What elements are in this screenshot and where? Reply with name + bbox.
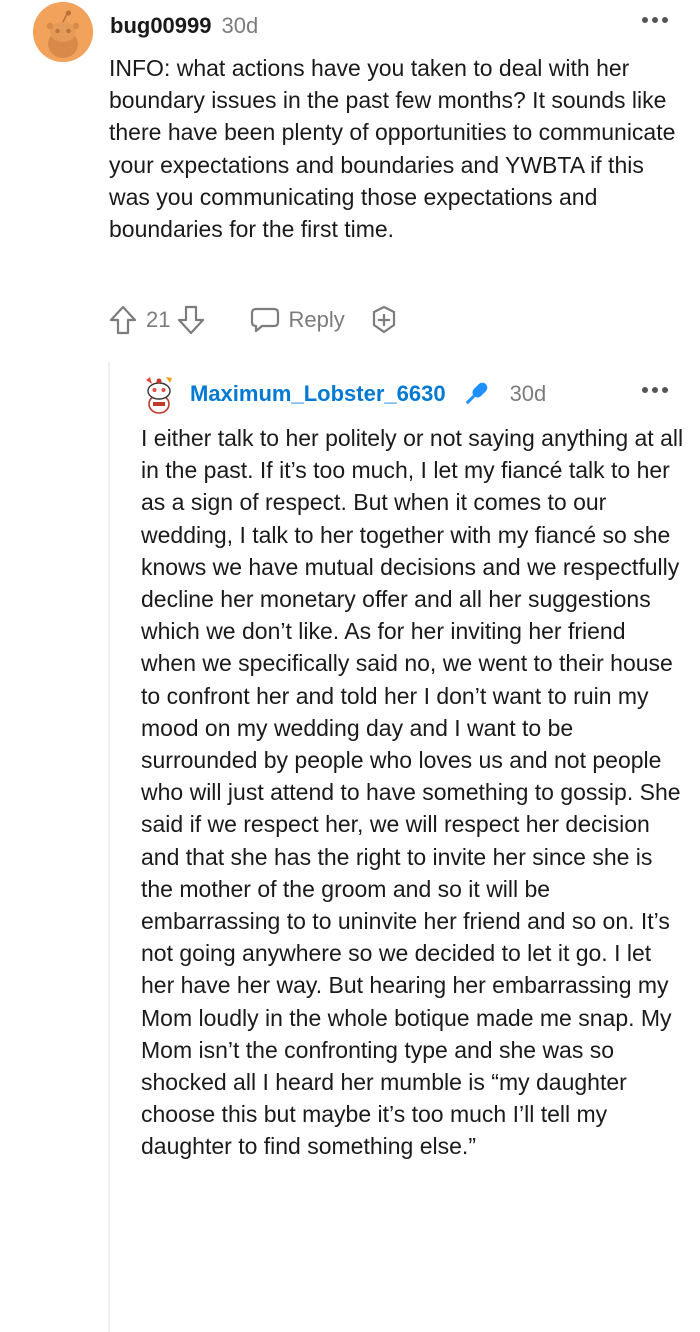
avatar[interactable] (33, 2, 93, 62)
upvote-icon[interactable] (108, 304, 138, 336)
award-button[interactable] (369, 305, 399, 335)
reply-age: 30d (509, 381, 547, 406)
comment-meta: bug00999 30d (110, 12, 258, 40)
comment: bug00999 30d INFO: what actions have you … (0, 0, 700, 360)
comment-age: 30d (221, 13, 259, 38)
comment-body: INFO: what actions have you taken to dea… (109, 55, 676, 243)
reply-meta: Maximum_Lobster_6630 30d (190, 378, 546, 410)
comment-actions: 21 Reply (108, 302, 399, 338)
reply-username[interactable]: Maximum_Lobster_6630 (190, 380, 446, 408)
reply-label: Reply (288, 307, 345, 332)
downvote-icon[interactable] (176, 304, 206, 336)
reply-comment: Maximum_Lobster_6630 30d I either talk t… (0, 360, 700, 1332)
vote-score: 21 (146, 307, 171, 332)
more-options-icon[interactable] (642, 386, 668, 394)
comment-username[interactable]: bug00999 (110, 13, 212, 38)
reply-button[interactable]: Reply (250, 306, 345, 334)
avatar[interactable] (142, 374, 176, 414)
snoo-avatar-icon (146, 377, 172, 414)
microphone-icon (465, 382, 487, 405)
snoo-avatar-icon (33, 2, 93, 62)
chat-bubble-icon (251, 307, 280, 333)
reply-body: I either talk to her politely or not say… (141, 425, 684, 1160)
more-options-icon[interactable] (642, 16, 668, 24)
award-icon (372, 305, 395, 334)
